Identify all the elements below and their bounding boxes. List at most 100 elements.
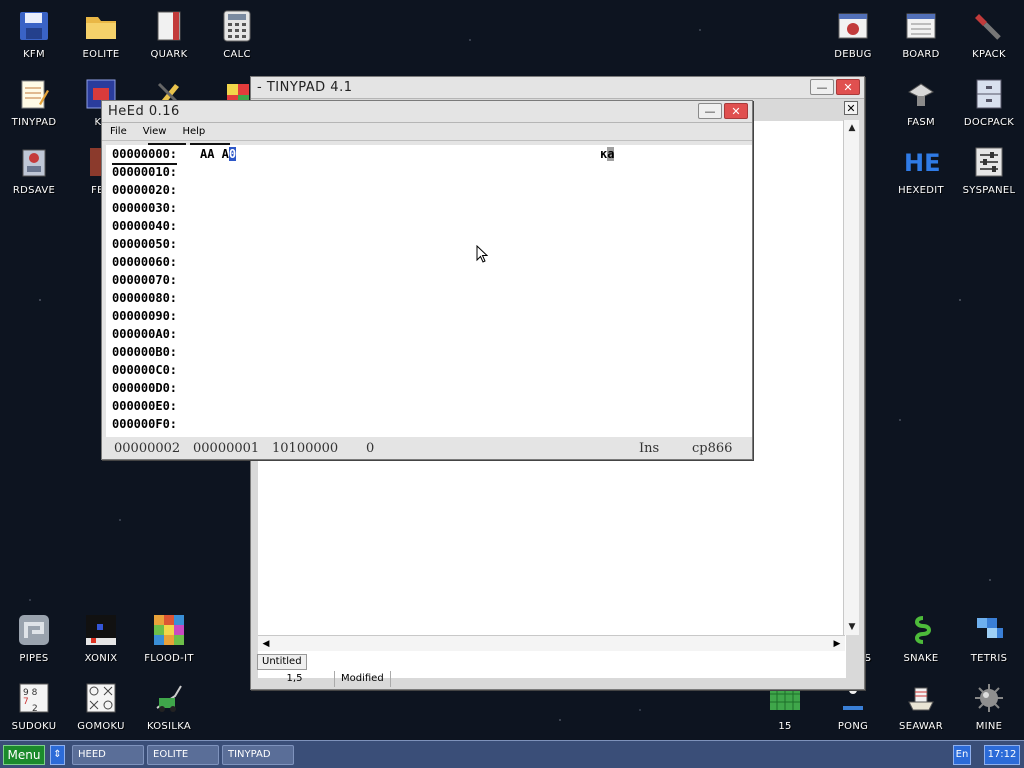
status-insert-mode: Ins: [639, 441, 660, 456]
hexedit-icon: HE: [903, 144, 939, 180]
tetris-icon: [971, 612, 1007, 648]
desktop-icon-label: KPACK: [972, 49, 1006, 60]
svg-text:2: 2: [32, 704, 38, 713]
hex-cursor: 0: [228, 147, 237, 161]
language-indicator[interactable]: En: [953, 745, 971, 765]
row-address: 00000030:: [112, 201, 178, 215]
row-address: 00000090:: [112, 309, 178, 323]
svg-text:7: 7: [23, 697, 29, 707]
desktop-icon-kpack[interactable]: KPACK: [955, 0, 1023, 66]
desktop-icon-rdsave[interactable]: RDSAVE: [0, 136, 68, 202]
start-menu-button[interactable]: Menu: [3, 745, 45, 765]
scroll-right-icon[interactable]: ▶: [829, 636, 845, 652]
desktop-icon-board[interactable]: BOARD: [887, 0, 955, 66]
status-decimal: 0: [366, 441, 375, 456]
calculator-icon: [219, 8, 255, 44]
desktop-icon-mine[interactable]: MINE: [955, 672, 1023, 738]
lawnmower-icon: [151, 680, 187, 716]
taskbar: Menu ⇕ HEED EOLITE TINYPAD En 17:12: [0, 740, 1024, 768]
cursor-position: 1,5: [255, 671, 335, 687]
minimize-button[interactable]: —: [698, 103, 722, 119]
row-address: 000000A0:: [112, 327, 178, 341]
desktop-icon-seawar[interactable]: SEAWAR: [887, 672, 955, 738]
row-address: 000000F0:: [112, 417, 178, 431]
clock[interactable]: 17:12: [984, 745, 1020, 765]
desktop-icon-kfm[interactable]: KFM: [0, 0, 68, 66]
desktop-icon-sudoku[interactable]: 9 872 SUDOKU: [0, 672, 68, 738]
vertical-scrollbar[interactable]: ▲ ▼: [843, 120, 859, 635]
row-address: 000000D0:: [112, 381, 178, 395]
desktop-icon-quark[interactable]: QUARK: [135, 0, 203, 66]
desktop-icon-snake[interactable]: SNAKE: [887, 604, 955, 670]
desktop-icon-label: MINE: [975, 721, 1003, 732]
wrench-icon: [971, 8, 1007, 44]
heed-titlebar[interactable]: HeEd 0.16 — ✕: [102, 101, 752, 123]
minimize-button[interactable]: —: [810, 79, 834, 95]
desktop-icon-label: QUARK: [150, 49, 188, 60]
desktop-icon-label: DOCPACK: [963, 117, 1015, 128]
menu-view[interactable]: View: [135, 126, 175, 137]
tinypad-statusbar: 1,5 Modified: [255, 671, 860, 687]
hex-view[interactable]: 00000000: AA A0 ка 00000010: 00000020: 0…: [106, 145, 752, 437]
desktop-icon-eolite[interactable]: EOLITE: [67, 0, 135, 66]
scroll-left-icon[interactable]: ◀: [258, 636, 274, 652]
close-button[interactable]: ✕: [836, 79, 860, 95]
desktop-icon-pipes[interactable]: PIPES: [0, 604, 68, 670]
sliders-icon: [971, 144, 1007, 180]
desktop-icon-label: SUDOKU: [11, 721, 57, 732]
desktop-icon-kosilka[interactable]: KOSILKA: [135, 672, 203, 738]
desktop-icon-docpack[interactable]: DOCPACK: [955, 68, 1023, 134]
desktop-icon-xonix[interactable]: XONIX: [67, 604, 135, 670]
scroll-down-icon[interactable]: ▼: [844, 619, 860, 635]
desktop-icon-label: SNAKE: [903, 653, 939, 664]
menu-help[interactable]: Help: [174, 126, 213, 137]
desktop-icon-label: TETRIS: [970, 653, 1008, 664]
desktop-icon-tetris[interactable]: TETRIS: [955, 604, 1023, 670]
hex-row: 000000D0:: [106, 379, 752, 397]
taskbar-item-eolite[interactable]: EOLITE: [147, 745, 219, 765]
status-selection: 00000001: [193, 441, 260, 456]
desktop-icon-label: EOLITE: [82, 49, 120, 60]
close-tab-icon[interactable]: ✕: [844, 101, 858, 115]
status-offset: 00000002: [114, 441, 181, 456]
cabinet-icon: [971, 76, 1007, 112]
taskbar-item-heed[interactable]: HEED: [72, 745, 144, 765]
char-column[interactable]: ка: [600, 145, 615, 163]
taskbar-item-tinypad[interactable]: TINYPAD: [222, 745, 294, 765]
close-button[interactable]: ✕: [724, 103, 748, 119]
hex-row: 00000000: AA A0 ка: [106, 145, 752, 165]
desktop-icon-label: TINYPAD: [11, 117, 57, 128]
desktop-icon-label: BOARD: [902, 49, 940, 60]
menu-file[interactable]: File: [102, 126, 135, 137]
menubar: File View Help: [102, 123, 752, 141]
desktop-icon-hexedit[interactable]: HE HEXEDIT: [887, 136, 955, 202]
desktop-icon-tinypad[interactable]: TINYPAD: [0, 68, 68, 134]
desktop-icon-debug[interactable]: DEBUG: [819, 0, 887, 66]
desktop-icon-gomoku[interactable]: GOMOKU: [67, 672, 135, 738]
gomoku-icon: [83, 680, 119, 716]
folder-icon: [83, 8, 119, 44]
sudoku-icon: 9 872: [16, 680, 52, 716]
xonix-icon: [83, 612, 119, 648]
desktop-icon-label: S: [864, 653, 872, 664]
window-title: - TINYPAD 4.1: [257, 80, 353, 95]
snake-icon: [903, 612, 939, 648]
desktop-icon-label: SYSPANEL: [962, 185, 1016, 196]
row-address: 00000080:: [112, 291, 178, 305]
horizontal-scrollbar[interactable]: ◀ ▶: [258, 635, 845, 651]
desktop-icon-syspanel[interactable]: SYSPANEL: [955, 136, 1023, 202]
desktop-icon-fasm[interactable]: FASM: [887, 68, 955, 134]
desktop-icon-label: RDSAVE: [12, 185, 56, 196]
hex-bytes[interactable]: AA A0: [200, 145, 237, 163]
desktop-icon-floodit[interactable]: FLOOD-IT: [135, 604, 203, 670]
desktop-icon-label: HEXEDIT: [898, 185, 944, 196]
scroll-up-icon[interactable]: ▲: [844, 120, 860, 136]
tinypad-titlebar[interactable]: - TINYPAD 4.1 — ✕: [251, 77, 864, 99]
tab-untitled[interactable]: Untitled: [257, 654, 307, 670]
desktop-icon-label: GOMOKU: [77, 721, 125, 732]
switch-arrows-icon[interactable]: ⇕: [50, 745, 65, 765]
window-title: HeEd 0.16: [108, 104, 180, 119]
row-address: 00000020:: [112, 183, 178, 197]
desktop-icon-calc[interactable]: CALC: [203, 0, 271, 66]
row-address: 00000010:: [112, 165, 178, 179]
